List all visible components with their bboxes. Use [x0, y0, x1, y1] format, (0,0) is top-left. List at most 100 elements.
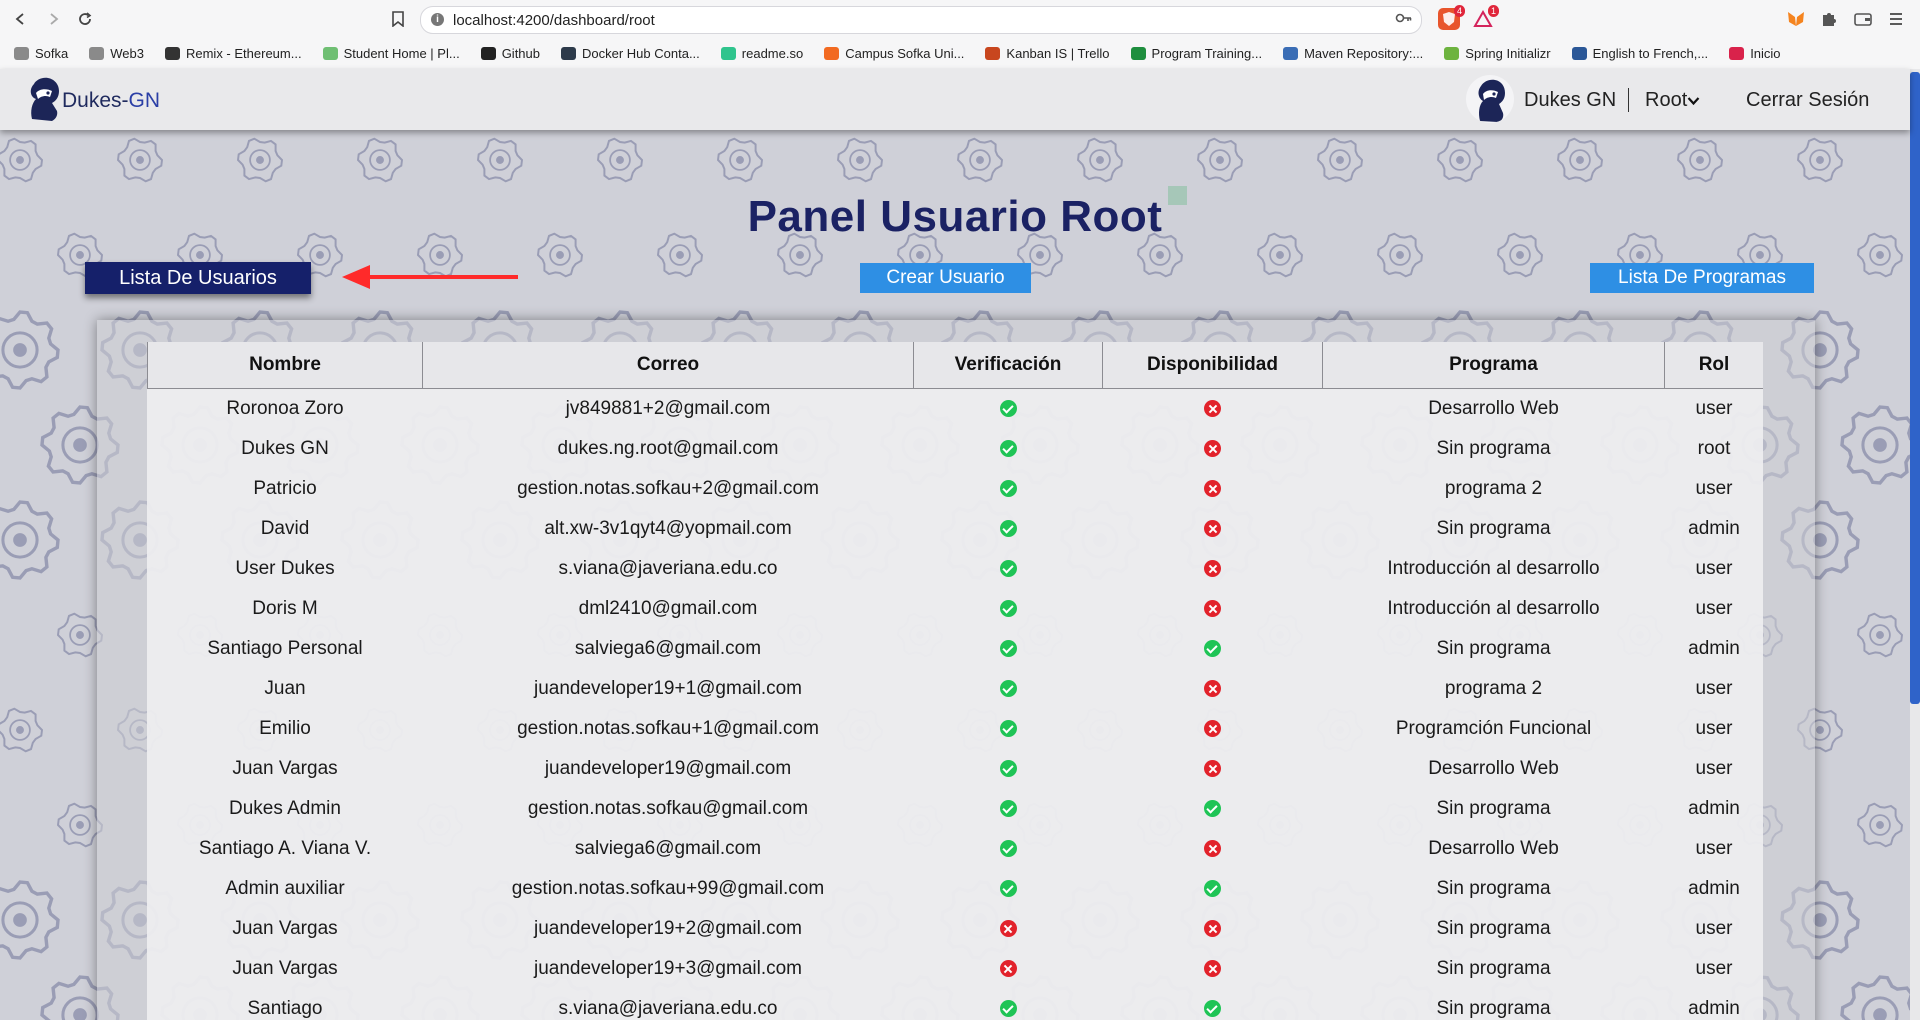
x-circle-icon — [999, 920, 1017, 938]
gear-icon — [1196, 137, 1244, 183]
dukes-logo-icon[interactable] — [24, 75, 62, 123]
back-icon[interactable] — [10, 8, 32, 30]
cell-correo: alt.xw-3v1qyt4@yopmail.com — [544, 518, 792, 539]
table-row[interactable]: Juan Vargas juandeveloper19+3@gmail.com Si… — [148, 949, 1764, 989]
gear-icon — [116, 137, 164, 183]
cell-disponibilidad — [1103, 869, 1323, 909]
lista-usuarios-button[interactable]: Lista De Usuarios — [85, 262, 311, 294]
column-header[interactable]: Rol — [1664, 342, 1763, 389]
cell-rol: user — [1695, 678, 1733, 699]
cell-programa: Sin programa — [1436, 998, 1551, 1019]
gear-icon — [356, 137, 404, 183]
bookmark-item[interactable]: English to French,... — [1571, 46, 1708, 61]
table-row[interactable]: Juan juandeveloper19+1@gmail.com programa … — [148, 669, 1764, 709]
lista-programas-button[interactable]: Lista De Programas — [1590, 263, 1814, 293]
cell-verificacion — [914, 389, 1103, 430]
users-table-container[interactable]: Nombre Correo Verificación Disponibilidad Pr… — [147, 342, 1763, 1020]
cell-rol: user — [1695, 558, 1733, 579]
table-row[interactable]: Juan Vargas juandeveloper19+2@gmail.com Si… — [148, 909, 1764, 949]
cell-correo: gestion.notas.sofkau+1@gmail.com — [517, 718, 819, 739]
cell-verificacion — [914, 469, 1103, 509]
cell-programa: programa 2 — [1444, 478, 1543, 499]
logout-link[interactable]: Cerrar Sesión — [1746, 89, 1869, 112]
x-circle-icon — [1204, 560, 1221, 578]
table-row[interactable]: Admin auxiliar gestion.notas.sofkau+99@gm… — [148, 869, 1764, 909]
cell-disponibilidad — [1103, 709, 1323, 749]
main-content: Panel Usuario Root Lista De Usuarios Cre… — [0, 130, 1910, 1020]
wallet-icon[interactable] — [1852, 8, 1874, 30]
cell-verificacion — [914, 549, 1103, 589]
forward-icon[interactable] — [42, 8, 64, 30]
gear-icon — [1856, 612, 1904, 658]
app-header: Dukes-GN Dukes GN Root Cerrar Sesión — [0, 69, 1910, 130]
metamask-icon[interactable] — [1785, 8, 1807, 30]
bookmark-item[interactable]: Maven Repository:... — [1283, 46, 1423, 61]
cell-programa: Desarrollo Web — [1428, 838, 1559, 859]
page-title: Panel Usuario Root — [747, 192, 1163, 241]
cell-nombre: Roronoa Zoro — [226, 398, 344, 419]
bookmark-item[interactable]: Kanban IS | Trello — [985, 46, 1110, 61]
cell-rol: user — [1695, 398, 1733, 419]
table-row[interactable]: Dukes Admin gestion.notas.sofkau@gmail.co… — [148, 789, 1764, 829]
dukes-avatar-icon — [1478, 79, 1505, 122]
table-row[interactable]: Roronoa Zoro jv849881+2@gmail.com Desarrol… — [148, 389, 1764, 430]
column-header[interactable]: Nombre — [147, 342, 423, 389]
table-row[interactable]: Emilio gestion.notas.sofkau+1@gmail.com Pr… — [148, 709, 1764, 749]
role-dropdown-label: Root — [1645, 89, 1688, 111]
cell-correo: dml2410@gmail.com — [578, 598, 758, 619]
table-row[interactable]: Santiago s.viana@javeriana.edu.co Sin prog… — [148, 989, 1764, 1020]
bookmark-item[interactable]: Docker Hub Conta... — [561, 46, 700, 61]
table-row[interactable]: Juan Vargas juandeveloper19@gmail.com Desa… — [148, 749, 1764, 789]
cell-nombre: Patricio — [253, 478, 317, 499]
favicon-icon — [561, 46, 576, 60]
brave-shield-icon[interactable]: 4 — [1438, 5, 1465, 30]
menu-icon[interactable] — [1885, 8, 1907, 30]
column-header[interactable]: Programa — [1322, 342, 1665, 389]
gear-icon — [0, 880, 60, 960]
table-row[interactable]: Doris M dml2410@gmail.com Introducción al … — [148, 589, 1764, 629]
cell-rol: user — [1695, 958, 1733, 979]
bookmark-item[interactable]: Web3 — [89, 46, 144, 61]
cell-rol: user — [1695, 758, 1733, 779]
brand-name[interactable]: Dukes-GN — [62, 89, 160, 113]
gear-icon — [1840, 975, 1910, 1020]
role-dropdown[interactable]: Root — [1645, 89, 1700, 112]
gear-icon — [236, 137, 284, 183]
column-header[interactable]: Correo — [422, 342, 914, 389]
reload-icon[interactable] — [74, 8, 96, 30]
browser-chrome: i localhost:4200/dashboard/root 4 1 Sofk… — [0, 0, 1920, 70]
column-header[interactable]: Verificación — [913, 342, 1103, 389]
table-row[interactable]: Patricio gestion.notas.sofkau+2@gmail.com… — [148, 469, 1764, 509]
table-row[interactable]: Santiago A. Viana V. salviega6@gmail.com D… — [148, 829, 1764, 869]
bookmark-item[interactable]: Student Home | Pl... — [322, 46, 460, 61]
address-bar[interactable]: i localhost:4200/dashboard/root — [420, 6, 1422, 34]
cell-programa: Introducción al desarrollo — [1387, 598, 1600, 619]
bookmark-item[interactable]: Inicio — [1729, 46, 1781, 61]
bookmarks-bar: Sofka Web3 Remix - Ethereum... Student Home… — [0, 38, 1920, 68]
page-scrollbar-thumb[interactable] — [1910, 72, 1920, 704]
bookmark-item[interactable]: Github — [480, 46, 540, 61]
bookmark-item[interactable]: Spring Initializr — [1444, 45, 1551, 61]
bookmark-item[interactable]: Program Training... — [1130, 46, 1262, 61]
extensions-puzzle-icon[interactable] — [1818, 8, 1840, 30]
column-header[interactable]: Disponibilidad — [1102, 342, 1323, 389]
bookmark-item[interactable]: Sofka — [14, 46, 68, 61]
bookmark-page-icon[interactable] — [387, 8, 409, 30]
key-icon[interactable] — [1395, 11, 1413, 28]
bookmark-item[interactable]: Remix - Ethereum... — [164, 46, 302, 61]
cell-rol: admin — [1688, 998, 1740, 1019]
cell-nombre: User Dukes — [235, 558, 335, 579]
bookmark-item[interactable]: readme.so — [720, 46, 803, 61]
table-row[interactable]: User Dukes s.viana@javeriana.edu.co Introd… — [148, 549, 1764, 589]
table-row[interactable]: Dukes GN dukes.ng.root@gmail.com Sin progr… — [148, 429, 1764, 469]
site-info-icon[interactable]: i — [431, 13, 444, 26]
bookmark-label: Spring Initializr — [1465, 45, 1551, 61]
table-row[interactable]: David alt.xw-3v1qyt4@yopmail.com Sin progr… — [148, 509, 1764, 549]
brave-rewards-icon[interactable]: 1 — [1472, 5, 1499, 30]
cell-verificacion — [914, 509, 1103, 549]
cell-disponibilidad — [1103, 429, 1323, 469]
brand-part2: GN — [128, 89, 161, 112]
table-row[interactable]: Santiago Personal salviega6@gmail.com Sin … — [148, 629, 1764, 669]
bookmark-item[interactable]: Campus Sofka Uni... — [824, 46, 964, 61]
crear-usuario-button[interactable]: Crear Usuario — [860, 263, 1031, 293]
